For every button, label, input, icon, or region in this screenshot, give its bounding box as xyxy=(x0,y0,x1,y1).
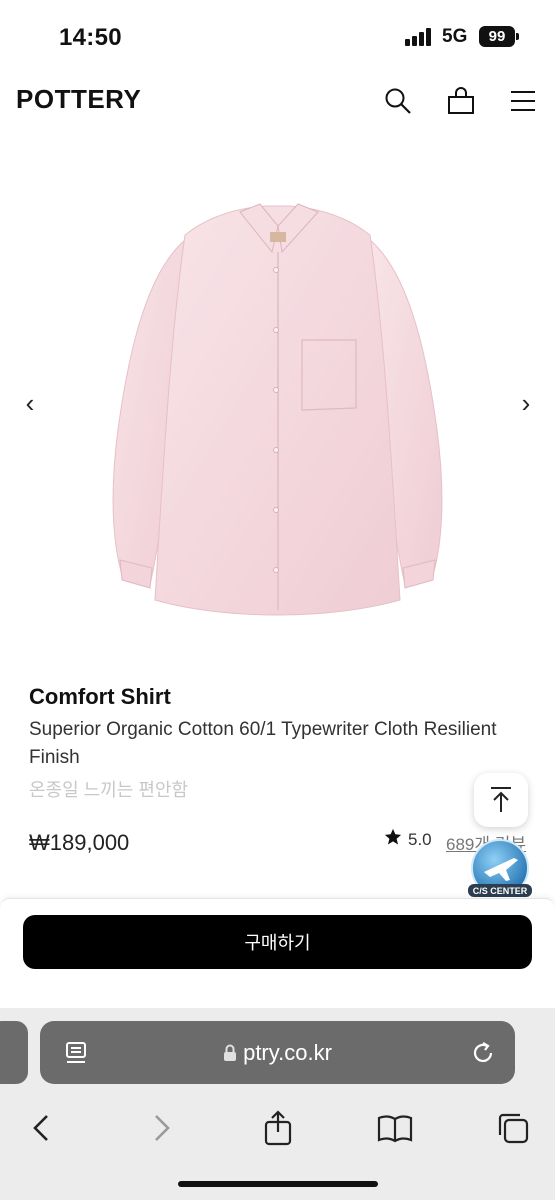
brand-logo[interactable]: POTTERY xyxy=(16,84,141,115)
status-bar: 14:50 5G 99 xyxy=(0,0,555,74)
back-icon[interactable] xyxy=(22,1108,62,1148)
product-image xyxy=(112,203,443,616)
url-display[interactable]: ptry.co.kr xyxy=(40,1040,515,1068)
previous-tab[interactable] xyxy=(0,1021,28,1084)
search-icon[interactable] xyxy=(381,84,415,118)
bookmarks-icon[interactable] xyxy=(375,1108,415,1148)
address-bar[interactable]: ptry.co.kr xyxy=(40,1021,515,1084)
rating: 5.0 xyxy=(384,828,432,851)
share-icon[interactable] xyxy=(258,1108,298,1148)
cs-center-label: C/S CENTER xyxy=(473,886,528,896)
globe-plane-icon: C/S CENTER xyxy=(468,839,532,897)
menu-icon[interactable] xyxy=(506,84,540,118)
status-time: 14:50 xyxy=(59,24,122,51)
arrow-up-icon xyxy=(491,787,511,812)
forward-icon[interactable] xyxy=(141,1108,181,1148)
product-description: Superior Organic Cotton 60/1 Typewriter … xyxy=(29,719,497,768)
star-icon xyxy=(384,828,402,851)
purchase-bar: 구매하기 xyxy=(0,898,555,1013)
product-price: ₩189,000 xyxy=(29,830,130,855)
lock-icon xyxy=(223,1042,237,1068)
network-label: 5G xyxy=(442,26,468,47)
url-text: ptry.co.kr xyxy=(243,1040,332,1065)
cs-center-button[interactable]: C/S CENTER xyxy=(466,838,534,902)
product-tagline: 온종일 느끼는 편안함 xyxy=(29,780,189,800)
buy-button[interactable]: 구매하기 xyxy=(23,915,532,969)
scroll-top-button[interactable] xyxy=(474,773,528,827)
battery-icon: 99 xyxy=(479,26,519,47)
bag-icon[interactable] xyxy=(444,84,478,118)
signal-icon xyxy=(405,28,435,46)
site-header: POTTERY xyxy=(0,74,555,130)
product-name: Comfort Shirt xyxy=(29,684,171,709)
home-indicator xyxy=(178,1181,378,1187)
tabs-icon[interactable] xyxy=(493,1108,533,1148)
reload-icon[interactable] xyxy=(470,1040,496,1071)
product-info: Comfort Shirt Superior Organic Cotton 60… xyxy=(29,684,529,802)
rating-value: 5.0 xyxy=(408,829,432,849)
product-gallery[interactable]: ‹ › xyxy=(0,140,555,670)
browser-toolbar: ptry.co.kr xyxy=(0,1008,555,1200)
